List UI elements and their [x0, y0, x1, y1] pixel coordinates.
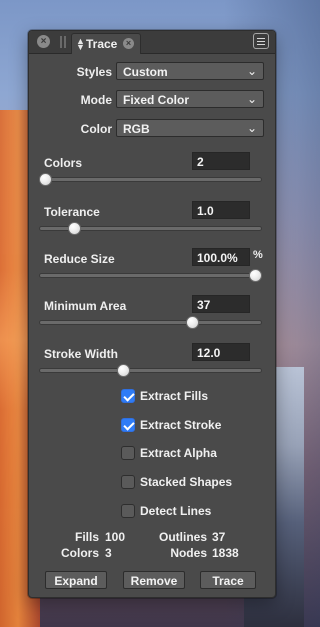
- slider-label: Colors: [44, 156, 83, 170]
- chevron-down-icon: ⌄: [246, 121, 257, 135]
- tab-trace[interactable]: ▲ ▼ Trace ×: [71, 33, 141, 54]
- styles-row: Styles Custom ⌄: [29, 62, 277, 82]
- slider-knob[interactable]: [186, 316, 199, 329]
- stat-colors-label: Colors: [60, 546, 99, 560]
- stat-fills-label: Fills: [74, 530, 99, 544]
- slider-label: Stroke Width: [44, 347, 118, 361]
- stat-outlines-label: Outlines: [158, 530, 207, 544]
- grip-icon[interactable]: [60, 36, 66, 48]
- slider-track[interactable]: [39, 273, 262, 278]
- stat-colors-value: 3: [105, 546, 112, 560]
- checkbox[interactable]: [121, 475, 135, 489]
- slider-value-input[interactable]: 1.0: [192, 201, 250, 219]
- styles-select[interactable]: Custom ⌄: [116, 62, 264, 80]
- mode-select[interactable]: Fixed Color ⌄: [116, 90, 264, 108]
- slider-label: Tolerance: [44, 205, 100, 219]
- slider-knob[interactable]: [68, 222, 82, 235]
- checkbox-label: Extract Fills: [140, 389, 209, 403]
- slider-value-input[interactable]: 100.0%: [192, 248, 250, 266]
- slider-stroke-width: Stroke Width 12.0: [29, 343, 277, 381]
- checkbox-label: Stacked Shapes: [140, 475, 233, 489]
- checkbox-label: Detect Lines: [140, 504, 212, 518]
- color-row: Color RGB ⌄: [29, 119, 277, 139]
- stat-outlines-value: 37: [212, 530, 226, 544]
- checkbox-label: Extract Stroke: [140, 418, 222, 432]
- percent-unit: %: [253, 249, 263, 261]
- slider-knob[interactable]: [249, 269, 262, 282]
- tab-close-icon[interactable]: ×: [123, 38, 134, 49]
- slider-label: Reduce Size: [44, 252, 115, 266]
- expand-button[interactable]: Expand: [45, 571, 107, 589]
- slider-colors: Colors 2: [29, 152, 277, 190]
- checkbox-label: Extract Alpha: [140, 446, 217, 460]
- slider-label: Minimum Area: [44, 299, 127, 313]
- styles-label: Styles: [76, 65, 112, 79]
- slider-minimum-area: Minimum Area 37: [29, 295, 277, 333]
- styles-value: Custom: [123, 65, 168, 79]
- panel-titlebar: × ▲ ▼ Trace ×: [29, 31, 275, 54]
- slider-track[interactable]: [39, 368, 262, 373]
- stat-nodes-label: Nodes: [170, 546, 207, 560]
- chevron-down-icon: ⌄: [246, 92, 257, 106]
- chevron-down-icon: ⌄: [246, 64, 257, 78]
- color-select[interactable]: RGB ⌄: [116, 119, 264, 137]
- color-label: Color: [80, 122, 112, 136]
- updown-icon: ▲ ▼: [76, 36, 85, 52]
- checkbox[interactable]: [121, 504, 135, 518]
- slider-value-input[interactable]: 12.0: [192, 343, 250, 361]
- trace-button[interactable]: Trace: [200, 571, 256, 589]
- mode-value: Fixed Color: [123, 93, 190, 107]
- slider-knob[interactable]: [39, 173, 52, 186]
- slider-knob[interactable]: [116, 364, 130, 377]
- tab-label: Trace: [86, 37, 118, 51]
- slider-reduce-size: Reduce Size 100.0% %: [29, 248, 277, 286]
- checkbox[interactable]: [121, 418, 135, 432]
- checkbox[interactable]: [121, 389, 135, 403]
- menu-icon[interactable]: [253, 33, 269, 49]
- checkbox[interactable]: [121, 446, 135, 460]
- slider-tolerance: Tolerance 1.0: [29, 201, 277, 239]
- slider-track[interactable]: [39, 177, 262, 182]
- mode-row: Mode Fixed Color ⌄: [29, 90, 277, 110]
- close-icon[interactable]: ×: [37, 35, 50, 48]
- mode-label: Mode: [80, 93, 112, 107]
- slider-value-input[interactable]: 37: [192, 295, 250, 313]
- slider-track[interactable]: [39, 320, 262, 325]
- color-value: RGB: [123, 122, 150, 136]
- slider-value-input[interactable]: 2: [192, 152, 250, 170]
- trace-panel: × ▲ ▼ Trace × Styles Custom ⌄ Mode Fixed …: [28, 30, 276, 598]
- remove-button[interactable]: Remove: [123, 571, 185, 589]
- stat-fills-value: 100: [105, 530, 126, 544]
- stat-nodes-value: 1838: [212, 546, 239, 560]
